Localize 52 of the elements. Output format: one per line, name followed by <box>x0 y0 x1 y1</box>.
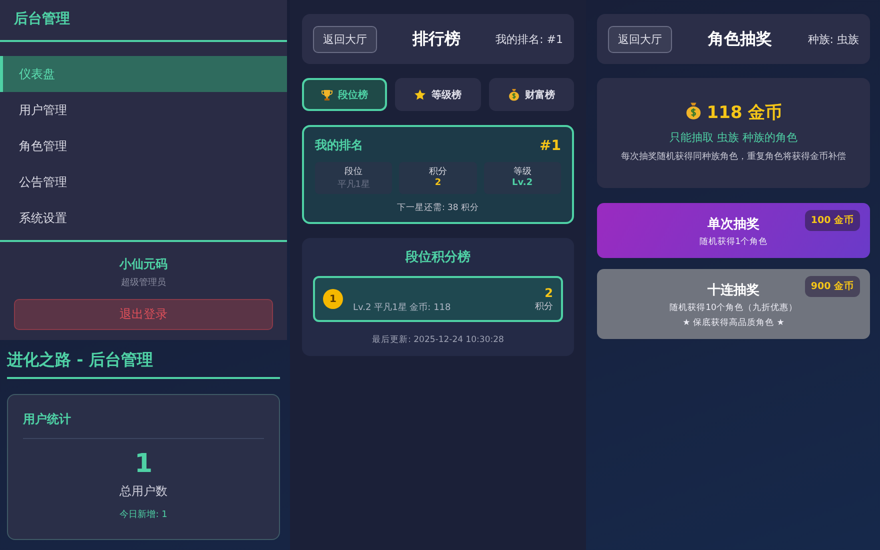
stat-label: 总用户数 <box>120 483 168 500</box>
price-badge: 900 金币 <box>804 276 860 297</box>
draw-description: ★ 保底获得高品质角色 ★ <box>682 317 784 329</box>
nav-item[interactable]: 角色管理 <box>0 128 287 164</box>
my-rank-label: 我的排名: #1 <box>496 32 563 46</box>
race-label: 种族: 虫族 <box>808 32 859 46</box>
draw-description: 随机获得10个角色（九折优惠） <box>670 302 798 314</box>
user-name: 小仙元码 <box>120 256 168 273</box>
card-title: 用户统计 <box>23 407 264 439</box>
draw-rule: 只能抽取 虫族 种族的角色 <box>670 130 798 146</box>
stat-label: 积分 <box>428 166 447 178</box>
user-role: 超级管理员 <box>121 276 166 289</box>
update-time: 最后更新: 2025-12-24 10:30:28 <box>371 334 505 346</box>
stat-today: 今日新增: 1 <box>120 508 168 521</box>
stat-value: 平凡1星 <box>337 178 370 191</box>
tab[interactable]: 等级榜 <box>395 78 481 111</box>
stat-value: Lv.2 <box>512 178 533 188</box>
stat-label: 等级 <box>513 166 532 178</box>
page-title: 角色抽奖 <box>708 28 772 50</box>
next-star-note: 下一星还需: 38 积分 <box>396 202 480 214</box>
card-title: 我的排名 <box>315 137 363 154</box>
nav-item[interactable]: 系统设置 <box>0 200 287 236</box>
draw-note: 每次抽奖随机获得同种族角色，重复角色将获得金币补偿 <box>620 151 847 164</box>
rank-badge: 1 <box>323 289 343 309</box>
stat-value: 2 <box>434 178 442 188</box>
sidebar-title: 后台管理 <box>0 0 287 42</box>
tab[interactable]: 段位榜 <box>302 78 388 111</box>
tab[interactable]: 财富榜 <box>488 78 574 111</box>
nav-item[interactable]: 公告管理 <box>0 164 287 200</box>
nav-item[interactable]: 仪表盘 <box>0 56 287 92</box>
back-button[interactable]: 返回大厅 <box>313 26 377 52</box>
nav-item[interactable]: 用户管理 <box>0 92 287 128</box>
draw-title: 十连抽奖 <box>708 282 760 299</box>
draw-title: 单次抽奖 <box>708 216 760 233</box>
rank-number: #1 <box>540 138 561 154</box>
card-title: 段位积分榜 <box>404 248 472 266</box>
moneybag-icon <box>508 88 520 101</box>
trophy-icon <box>321 88 334 100</box>
score: 2 <box>544 286 553 300</box>
stat-label: 段位 <box>344 166 363 178</box>
draw-description: 随机获得1个角色 <box>699 236 768 248</box>
stat-value: 1 <box>134 449 153 479</box>
draw-button[interactable]: 单次抽奖 随机获得1个角色 100 金币 <box>597 203 870 258</box>
score-unit: 积分 <box>535 300 553 312</box>
back-button[interactable]: 返回大厅 <box>608 26 672 52</box>
price-badge: 100 金币 <box>804 210 860 231</box>
page-title: 进化之路 - 后台管理 <box>7 350 280 379</box>
leaderboard-row[interactable]: 1 Lv.2 平凡1星 金币: 118 2 积分 <box>313 276 563 322</box>
coin-balance: 118 金币 <box>706 102 782 124</box>
player-detail: Lv.2 平凡1星 金币: 118 <box>353 302 452 314</box>
star-icon <box>414 88 426 100</box>
page-title: 排行榜 <box>412 28 460 50</box>
